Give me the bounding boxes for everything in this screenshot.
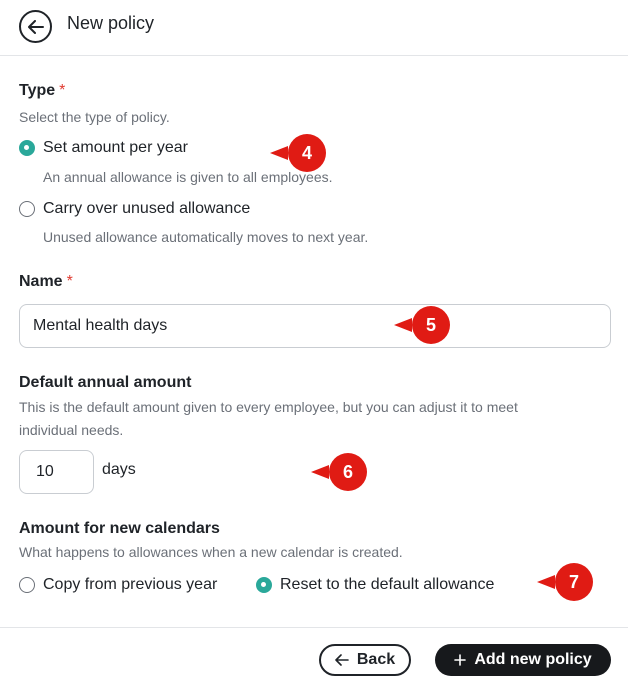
page-header: New policy	[0, 0, 628, 56]
default-amount-label: Default annual amount	[19, 374, 192, 391]
calendars-label: Amount for new calendars	[19, 520, 220, 537]
radio-indicator-checked[interactable]	[19, 140, 35, 156]
back-button-label: Back	[356, 651, 396, 668]
required-mark: *	[66, 273, 73, 290]
annotation-marker-6: 6	[311, 453, 367, 497]
radio-label: Copy from previous year	[43, 576, 218, 593]
radio-label: Set amount per year	[43, 139, 188, 156]
radio-copy-from-previous-year[interactable]: Copy from previous year	[19, 576, 217, 594]
radio-label: Reset to the default allowance	[280, 576, 495, 593]
calendars-help: What happens to allowances when a new ca…	[19, 544, 403, 560]
back-button[interactable]: Back	[319, 644, 411, 676]
amount-input[interactable]	[19, 450, 94, 494]
annotation-marker-5: 5	[394, 306, 450, 350]
annotation-marker-4: 4	[270, 134, 326, 178]
radio-set-amount-per-year[interactable]: Set amount per year	[19, 139, 188, 157]
amount-unit: days	[102, 461, 136, 478]
arrow-left-icon	[27, 19, 44, 34]
type-label: Type *	[19, 82, 66, 99]
radio-help: Unused allowance automatically moves to …	[43, 229, 369, 245]
name-input[interactable]	[19, 304, 611, 348]
radio-indicator[interactable]	[19, 577, 35, 593]
radio-reset-to-default[interactable]: Reset to the default allowance	[256, 576, 494, 594]
page-title: New policy	[67, 13, 155, 33]
radio-indicator[interactable]	[19, 201, 35, 217]
type-help: Select the type of policy.	[19, 109, 170, 125]
radio-indicator-checked[interactable]	[256, 577, 272, 593]
back-arrow-button[interactable]	[19, 10, 52, 43]
arrow-left-icon	[335, 654, 349, 666]
annotation-marker-7: 7	[537, 563, 593, 607]
radio-carry-over-unused-allowance[interactable]: Carry over unused allowance	[19, 200, 250, 218]
add-new-policy-label: Add new policy	[474, 651, 592, 668]
required-mark: *	[59, 82, 66, 99]
radio-label: Carry over unused allowance	[43, 200, 251, 217]
name-label: Name *	[19, 273, 73, 290]
plus-icon	[454, 654, 467, 666]
add-new-policy-button[interactable]: Add new policy	[435, 644, 611, 676]
default-amount-help: This is the default amount given to ever…	[19, 399, 518, 438]
